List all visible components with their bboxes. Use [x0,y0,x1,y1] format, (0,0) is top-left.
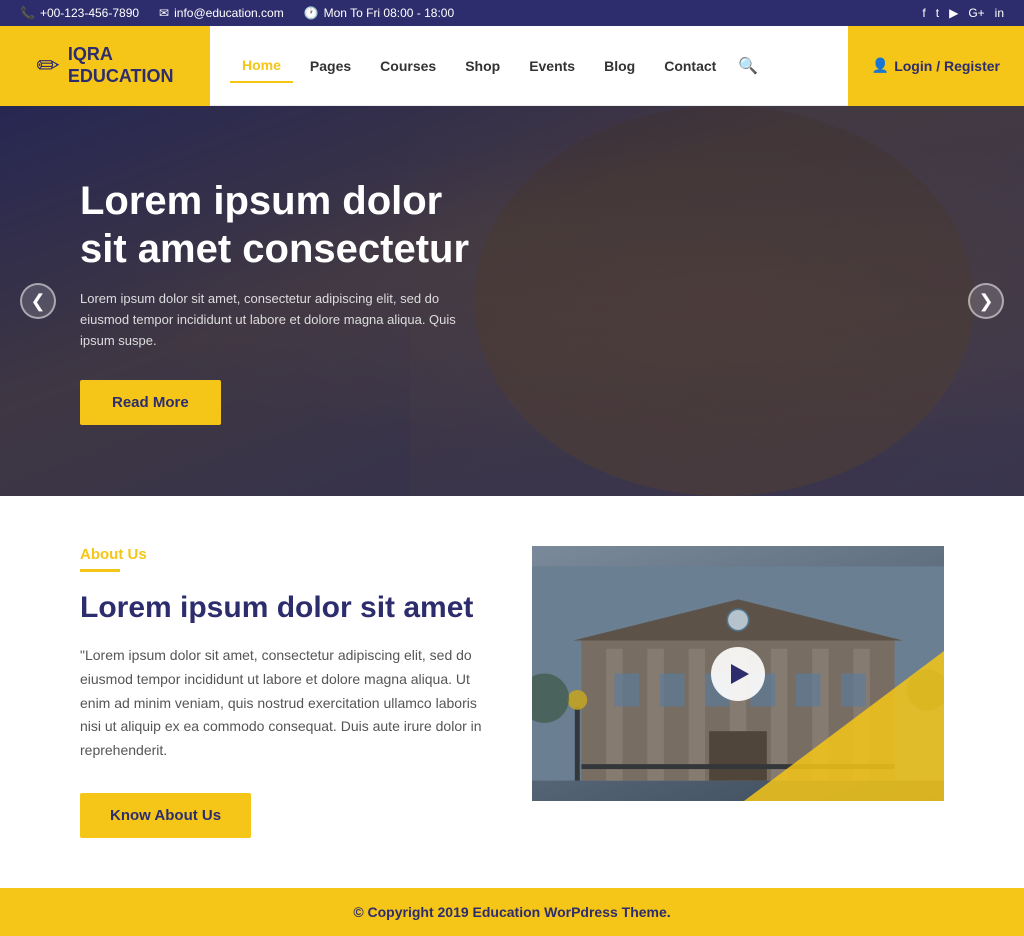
search-icon[interactable]: 🔍 [738,56,758,76]
about-image [532,546,944,801]
nav-item-pages[interactable]: Pages [298,50,363,82]
googleplus-link[interactable]: G+ [968,6,984,20]
login-register-button[interactable]: 👤 Login / Register [848,26,1024,106]
youtube-link[interactable]: ▶ [949,6,958,20]
clock-icon: 🕐 [304,6,319,20]
know-about-us-button[interactable]: Know About Us [80,793,251,838]
email-info: ✉ info@education.com [159,6,284,20]
phone-icon: 📞 [20,6,35,20]
about-label-underline [80,569,120,572]
nav-item-courses[interactable]: Courses [368,50,448,82]
user-icon: 👤 [872,57,889,74]
hours-text: Mon To Fri 08:00 - 18:00 [324,6,455,20]
about-right-media [532,546,944,806]
nav-item-events[interactable]: Events [517,50,587,82]
logo-icon: ✏ [36,49,59,82]
hero-content: Lorem ipsum dolor sit amet consectetur L… [0,177,550,424]
about-left-content: About Us Lorem ipsum dolor sit amet "Lor… [80,546,492,838]
email-icon: ✉ [159,6,169,20]
nav-menu: Home Pages Courses Shop Events Blog Cont… [230,49,728,83]
yellow-triangle-decoration [744,651,944,801]
read-more-button[interactable]: Read More [80,380,221,425]
about-section-label: About Us [80,546,492,563]
twitter-link[interactable]: t [936,6,939,20]
linkedin-link[interactable]: in [995,6,1004,20]
main-nav: Home Pages Courses Shop Events Blog Cont… [210,26,848,105]
login-label: Login / Register [894,58,1000,74]
logo-line2: EDUCATION [68,66,174,88]
phone-info: 📞 +00-123-456-7890 [20,6,139,20]
facebook-link[interactable]: f [922,6,925,20]
top-bar: 📞 +00-123-456-7890 ✉ info@education.com … [0,0,1024,26]
hours-info: 🕐 Mon To Fri 08:00 - 18:00 [304,6,454,20]
nav-item-home[interactable]: Home [230,49,293,83]
hero-title: Lorem ipsum dolor sit amet consectetur [80,177,470,273]
nav-item-blog[interactable]: Blog [592,50,647,82]
hero-section: Lorem ipsum dolor sit amet consectetur L… [0,106,1024,496]
about-description: "Lorem ipsum dolor sit amet, consectetur… [80,644,492,763]
about-title: Lorem ipsum dolor sit amet [80,590,492,626]
logo-area: ✏ IQRA EDUCATION [0,26,210,106]
nav-item-contact[interactable]: Contact [652,50,728,82]
hero-description: Lorem ipsum dolor sit amet, consectetur … [80,289,470,351]
logo-line1: IQRA [68,44,174,66]
footer: © Copyright 2019 Education WorPdress The… [0,888,1024,936]
nav-item-shop[interactable]: Shop [453,50,512,82]
social-links: f t ▶ G+ in [922,6,1004,20]
header: ✏ IQRA EDUCATION Home Pages Courses Shop… [0,26,1024,106]
hero-next-arrow[interactable]: ❯ [968,283,1004,319]
about-section: About Us Lorem ipsum dolor sit amet "Lor… [0,496,1024,888]
play-video-button[interactable] [711,647,765,701]
phone-number: +00-123-456-7890 [40,6,139,20]
email-address: info@education.com [174,6,284,20]
top-bar-contact: 📞 +00-123-456-7890 ✉ info@education.com … [20,6,454,20]
logo-text: IQRA EDUCATION [68,44,174,87]
hero-prev-arrow[interactable]: ❮ [20,283,56,319]
copyright-text: © Copyright 2019 Education WorPdress The… [353,904,670,920]
